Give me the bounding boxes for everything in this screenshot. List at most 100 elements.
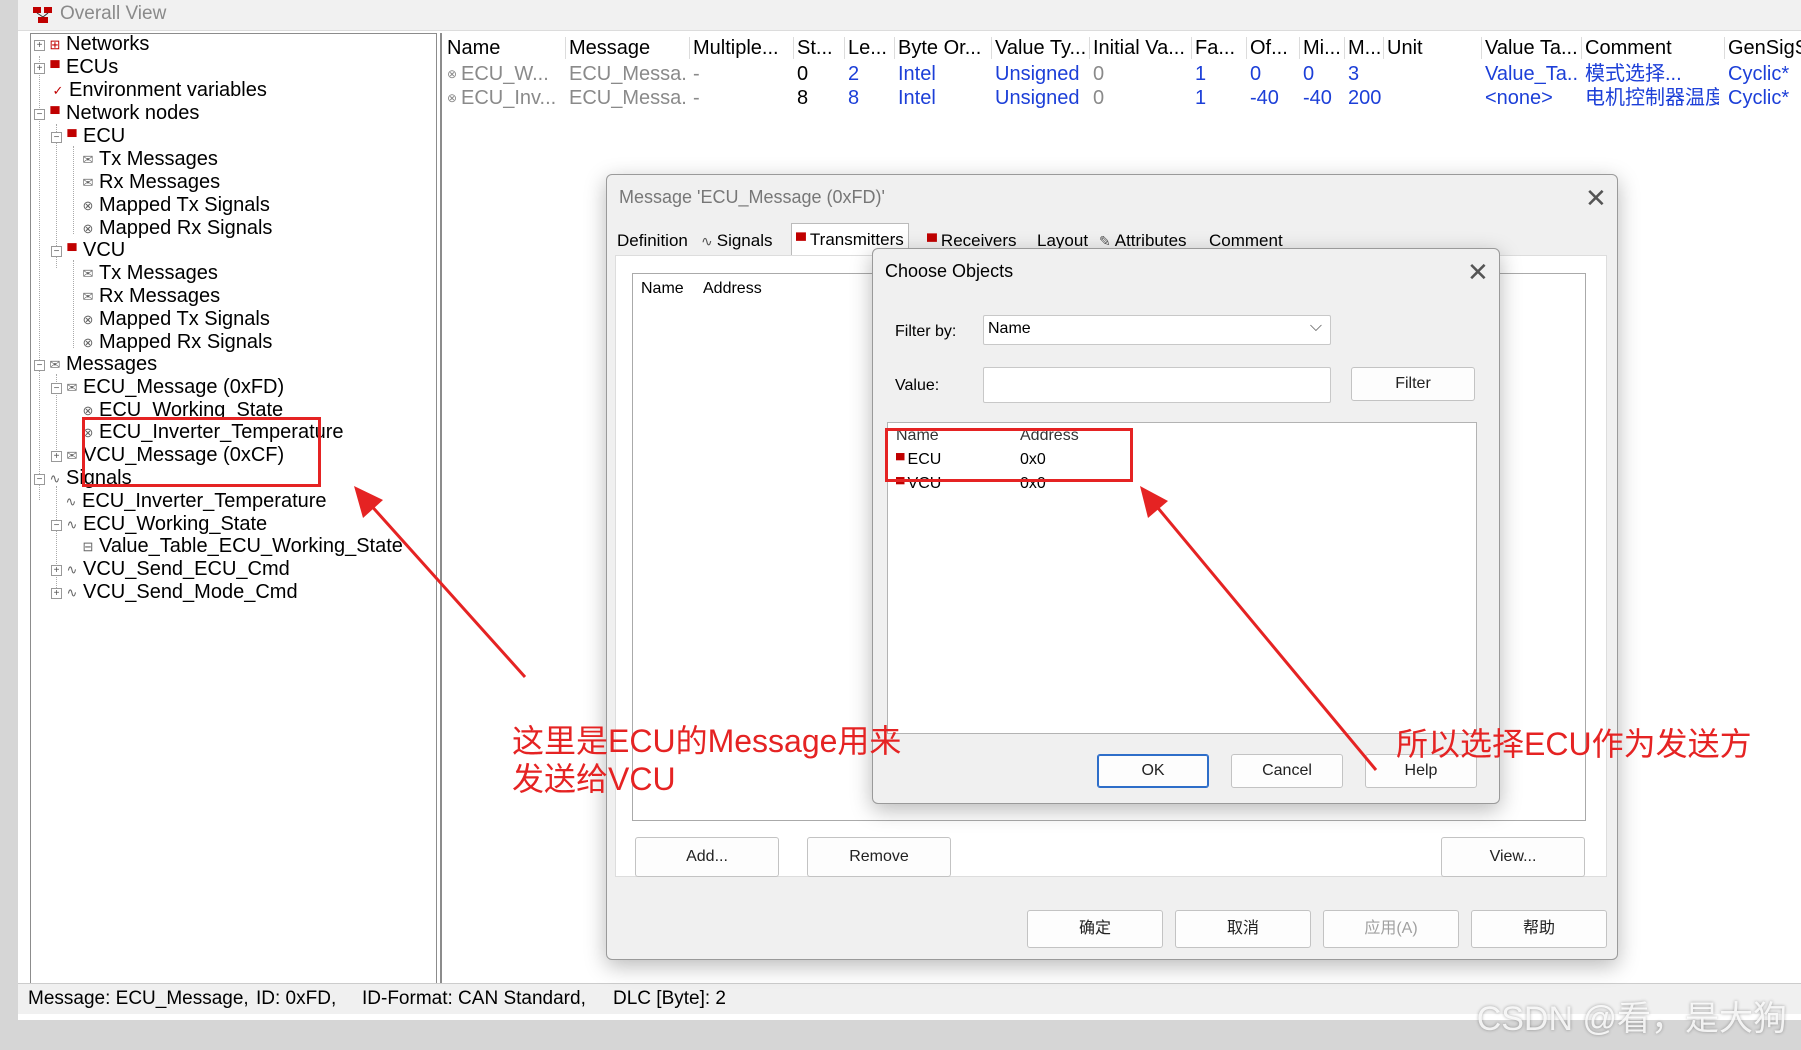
- grid-cell[interactable]: 8: [848, 85, 892, 111]
- column-header[interactable]: Value Ta...: [1485, 35, 1579, 61]
- tab-definition[interactable]: Definition: [613, 227, 692, 255]
- grid-cell[interactable]: [1387, 61, 1477, 87]
- grid-cell[interactable]: Value_Ta...: [1485, 61, 1579, 87]
- grid-cell[interactable]: ECU_Messa...: [569, 85, 687, 111]
- overview-tree[interactable]: + ⊞ Networks + ▀ ECUs ✓ Environment variables…: [30, 33, 437, 985]
- filter-by-dropdown[interactable]: Name ⌵: [983, 315, 1331, 345]
- tree-item-vcu-node[interactable]: − ▀ VCU: [51, 238, 125, 262]
- tree-item-vcu-send-mode-cmd[interactable]: + ∿ VCU_Send_Mode_Cmd: [51, 580, 298, 604]
- collapse-icon[interactable]: −: [34, 360, 45, 371]
- tree-item-vcu-send-ecu-cmd[interactable]: + ∿ VCU_Send_ECU_Cmd: [51, 557, 290, 581]
- grid-cell[interactable]: [1387, 85, 1477, 111]
- column-header[interactable]: Mi...: [1303, 35, 1343, 61]
- column-separator[interactable]: [1344, 37, 1345, 59]
- column-header[interactable]: Le...: [848, 35, 892, 61]
- tree-item-ecu-node[interactable]: − ▀ ECU: [51, 124, 125, 148]
- column-header[interactable]: Value Ty...: [995, 35, 1087, 61]
- tree-item-vcu-tx-messages[interactable]: ✉ Tx Messages: [81, 261, 218, 285]
- grid-cell[interactable]: 0: [1093, 61, 1189, 87]
- grid-cell[interactable]: 电机控制器温度...: [1585, 85, 1719, 111]
- column-separator[interactable]: [565, 37, 566, 59]
- tree-item-vcu-message[interactable]: + ✉ VCU_Message (0xCF): [51, 443, 284, 467]
- tree-item-ecu-working-state[interactable]: ⊗ ECU_Working_State: [81, 398, 284, 422]
- column-header[interactable]: Message: [569, 35, 687, 61]
- expand-icon[interactable]: +: [34, 63, 45, 74]
- column-header-name[interactable]: Name: [896, 427, 939, 445]
- grid-cell[interactable]: 1: [1195, 61, 1243, 87]
- expand-icon[interactable]: +: [51, 451, 62, 462]
- grid-cell[interactable]: 200: [1348, 85, 1384, 111]
- grid-cell[interactable]: 0: [1303, 61, 1343, 87]
- view-button[interactable]: View...: [1441, 837, 1585, 877]
- column-separator[interactable]: [1383, 37, 1384, 59]
- column-header[interactable]: Byte Or...: [898, 35, 988, 61]
- column-header[interactable]: Fa...: [1195, 35, 1243, 61]
- column-separator[interactable]: [1481, 37, 1482, 59]
- grid-cell[interactable]: ECU_W...: [461, 61, 563, 87]
- tree-item-ecu-message[interactable]: − ✉ ECU_Message (0xFD): [51, 375, 284, 399]
- tree-item-signals[interactable]: − ∿ Signals: [34, 466, 132, 490]
- column-header[interactable]: St...: [797, 35, 841, 61]
- grid-cell[interactable]: 0: [1093, 85, 1189, 111]
- tree-item-ecu-inverter-temperature[interactable]: ⊗ ECU_Inverter_Temperature: [81, 420, 344, 444]
- tree-item-signal-working-state[interactable]: − ∿ ECU_Working_State: [51, 512, 267, 536]
- grid-cell[interactable]: 3: [1348, 61, 1384, 87]
- cancel-button[interactable]: Cancel: [1231, 754, 1343, 788]
- tree-item-ecu-tx-messages[interactable]: ✉ Tx Messages: [81, 147, 218, 171]
- tree-item-vcu-mapped-rx[interactable]: ⊗ Mapped Rx Signals: [81, 330, 273, 354]
- column-separator[interactable]: [991, 37, 992, 59]
- column-separator[interactable]: [894, 37, 895, 59]
- grid-cell[interactable]: Intel: [898, 61, 988, 87]
- column-header[interactable]: GenSigS: [1728, 35, 1801, 61]
- column-header-address[interactable]: Address: [703, 280, 762, 298]
- ok-button[interactable]: 确定: [1027, 910, 1163, 948]
- grid-cell[interactable]: Unsigned: [995, 61, 1087, 87]
- grid-cell[interactable]: -40: [1303, 85, 1343, 111]
- grid-cell[interactable]: Cyclic*: [1728, 85, 1801, 111]
- column-header-name[interactable]: Name: [641, 280, 684, 298]
- expand-icon[interactable]: +: [51, 565, 62, 576]
- remove-button[interactable]: Remove: [807, 837, 951, 877]
- tree-item-environment-variables[interactable]: ✓ Environment variables: [51, 78, 267, 102]
- collapse-icon[interactable]: −: [51, 246, 62, 257]
- expand-icon[interactable]: +: [51, 588, 62, 599]
- column-separator[interactable]: [1246, 37, 1247, 59]
- column-header[interactable]: Comment: [1585, 35, 1719, 61]
- list-item-vcu[interactable]: ▀ VCU: [896, 473, 941, 495]
- grid-cell[interactable]: <none>: [1485, 85, 1579, 111]
- column-header[interactable]: Name: [447, 35, 563, 61]
- column-header[interactable]: Initial Va...: [1093, 35, 1189, 61]
- collapse-icon[interactable]: −: [34, 109, 45, 120]
- grid-cell[interactable]: Intel: [898, 85, 988, 111]
- help-button[interactable]: 帮助: [1471, 910, 1607, 948]
- grid-cell[interactable]: 2: [848, 61, 892, 87]
- collapse-icon[interactable]: −: [51, 383, 62, 394]
- grid-cell[interactable]: -: [693, 61, 791, 87]
- tree-item-network-nodes[interactable]: − ▀ Network nodes: [34, 101, 199, 125]
- tree-item-vcu-mapped-tx[interactable]: ⊗ Mapped Tx Signals: [81, 307, 270, 331]
- column-header[interactable]: Multiple...: [693, 35, 791, 61]
- column-header[interactable]: Of...: [1250, 35, 1296, 61]
- collapse-icon[interactable]: −: [51, 520, 62, 531]
- value-input[interactable]: [983, 367, 1331, 403]
- tree-item-ecus[interactable]: + ▀ ECUs: [34, 55, 118, 79]
- tab-signals[interactable]: ∿ Signals: [697, 227, 777, 255]
- grid-cell[interactable]: 0: [1250, 61, 1296, 87]
- collapse-icon[interactable]: −: [34, 474, 45, 485]
- grid-cell[interactable]: 8: [797, 85, 841, 111]
- tree-item-ecu-mapped-tx[interactable]: ⊗ Mapped Tx Signals: [81, 193, 270, 217]
- tree-item-vcu-rx-messages[interactable]: ✉ Rx Messages: [81, 284, 221, 308]
- tree-item-messages[interactable]: − ✉ Messages: [34, 352, 157, 376]
- tree-item-ecu-rx-messages[interactable]: ✉ Rx Messages: [81, 170, 221, 194]
- grid-cell[interactable]: 模式选择...: [1585, 61, 1719, 87]
- grid-cell[interactable]: -40: [1250, 85, 1296, 111]
- column-separator[interactable]: [1089, 37, 1090, 59]
- grid-cell[interactable]: 1: [1195, 85, 1243, 111]
- column-separator[interactable]: [1581, 37, 1582, 59]
- grid-cell[interactable]: Unsigned: [995, 85, 1087, 111]
- column-header[interactable]: M...: [1348, 35, 1384, 61]
- expand-icon[interactable]: +: [34, 40, 45, 51]
- grid-cell[interactable]: ECU_Inv...: [461, 85, 563, 111]
- column-header-address[interactable]: Address: [1020, 427, 1079, 445]
- column-separator[interactable]: [793, 37, 794, 59]
